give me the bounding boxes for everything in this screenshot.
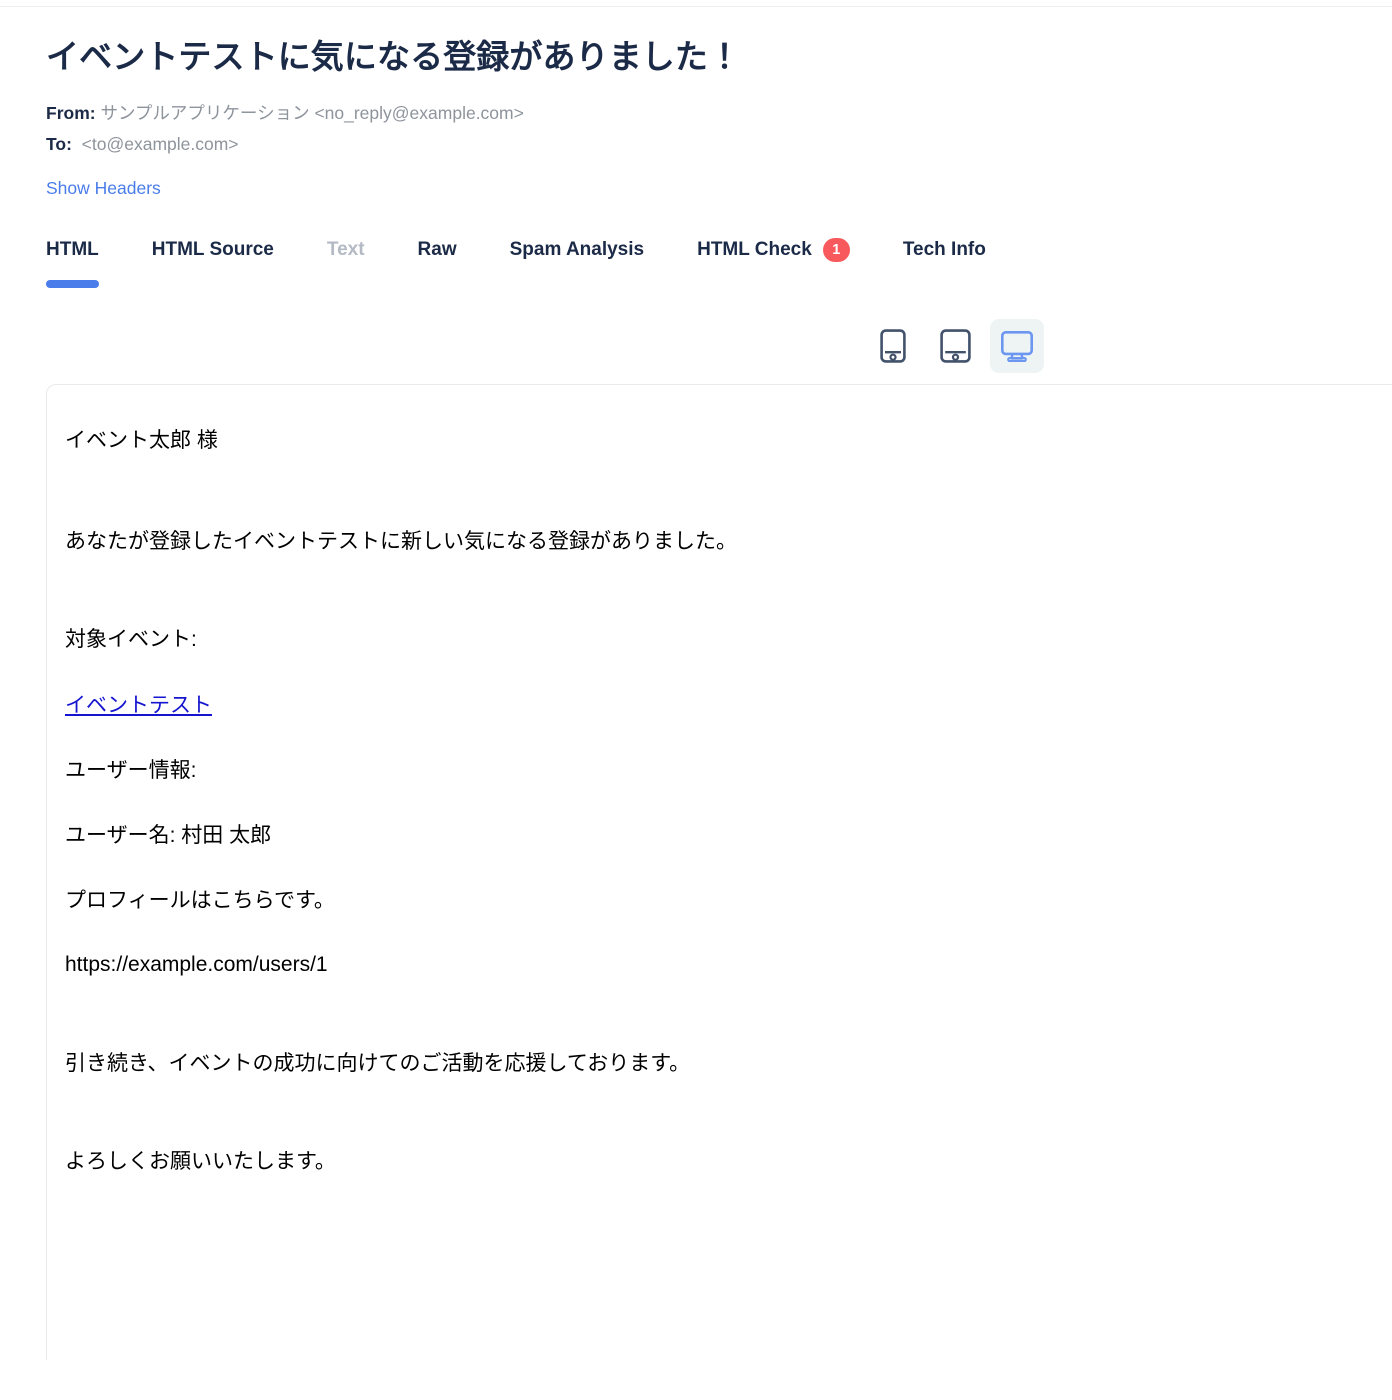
email-meta: From: サンプルアプリケーション <no_reply@example.com… bbox=[46, 98, 1346, 160]
email-intro: あなたが登録したイベントテストに新しい気になる登録がありました。 bbox=[65, 529, 737, 553]
email-user-name: ユーザー名: 村田 太郎 bbox=[65, 823, 272, 847]
email-body-frame: イベント太郎 様 あなたが登録したイベントテストに新しい気になる登録がありました… bbox=[46, 384, 1392, 1361]
show-headers-link[interactable]: Show Headers bbox=[46, 177, 161, 199]
from-label: From: bbox=[46, 103, 96, 124]
mobile-view-button[interactable] bbox=[866, 319, 920, 373]
to-label: To: bbox=[46, 134, 72, 155]
event-link[interactable]: イベントテスト bbox=[65, 694, 212, 717]
from-value: サンプルアプリケーション <no_reply@example.com> bbox=[100, 103, 524, 124]
preview-content: イベントテストに気になる登録がありました！ From: サンプルアプリケーション… bbox=[0, 0, 1392, 1361]
tab-html[interactable]: HTML bbox=[46, 232, 99, 289]
preview-header-region: イベントテストに気になる登録がありました！ From: サンプルアプリケーション… bbox=[0, 0, 1392, 374]
from-row: From: サンプルアプリケーション <no_reply@example.com… bbox=[46, 98, 1346, 129]
email-profile-url: https://example.com/users/1 bbox=[65, 953, 328, 977]
tab-html-source[interactable]: HTML Source bbox=[152, 232, 274, 264]
email-user-info-heading: ユーザー情報: bbox=[65, 759, 197, 783]
tab-html-check[interactable]: HTML Check 1 bbox=[697, 232, 850, 264]
tab-raw-label: Raw bbox=[417, 239, 457, 261]
email-body: イベント太郎 様 あなたが登録したイベントテストに新しい気になる登録がありました… bbox=[47, 385, 1392, 1178]
tab-text-label: Text bbox=[326, 239, 365, 261]
email-event-link-row: イベントテスト bbox=[65, 690, 1392, 723]
tab-html-label: HTML bbox=[46, 239, 99, 261]
email-profile-note: プロフィールはこちらです。 bbox=[65, 888, 335, 912]
email-greeting: イベント太郎 様 bbox=[65, 429, 218, 453]
tablet-view-button[interactable] bbox=[928, 319, 982, 373]
active-tab-indicator bbox=[46, 280, 99, 289]
email-preview-app: イベントテストに気になる登録がありました！ From: サンプルアプリケーション… bbox=[0, 0, 1392, 1400]
email-closing-2: よろしくお願いいたします。 bbox=[65, 1150, 336, 1174]
tablet-icon bbox=[939, 329, 971, 363]
to-row: To: <to@example.com> bbox=[46, 129, 1346, 160]
tab-tech-info-label: Tech Info bbox=[902, 239, 986, 261]
tab-tech-info[interactable]: Tech Info bbox=[903, 232, 986, 264]
to-value: <to@example.com> bbox=[81, 134, 239, 155]
tab-spam-analysis-label: Spam Analysis bbox=[509, 239, 645, 261]
desktop-icon bbox=[1000, 330, 1034, 363]
page-title: イベントテストに気になる登録がありました！ bbox=[46, 38, 742, 75]
tab-html-check-label: HTML Check bbox=[697, 239, 812, 261]
desktop-view-button[interactable] bbox=[990, 319, 1044, 374]
email-closing-1: 引き続き、イベントの成功に向けてのご活動を応援しております。 bbox=[65, 1051, 691, 1075]
tab-spam-analysis[interactable]: Spam Analysis bbox=[510, 232, 644, 264]
device-switcher bbox=[46, 318, 1346, 374]
mobile-icon bbox=[880, 329, 906, 363]
tab-html-source-label: HTML Source bbox=[151, 239, 274, 261]
html-check-badge: 1 bbox=[822, 238, 850, 263]
tab-text[interactable]: Text bbox=[327, 232, 365, 264]
preview-tabs: HTML HTML Source Text Raw Spam Analysis bbox=[46, 232, 1346, 296]
email-event-heading: 対象イベント: bbox=[65, 628, 197, 652]
tab-raw[interactable]: Raw bbox=[418, 232, 457, 264]
